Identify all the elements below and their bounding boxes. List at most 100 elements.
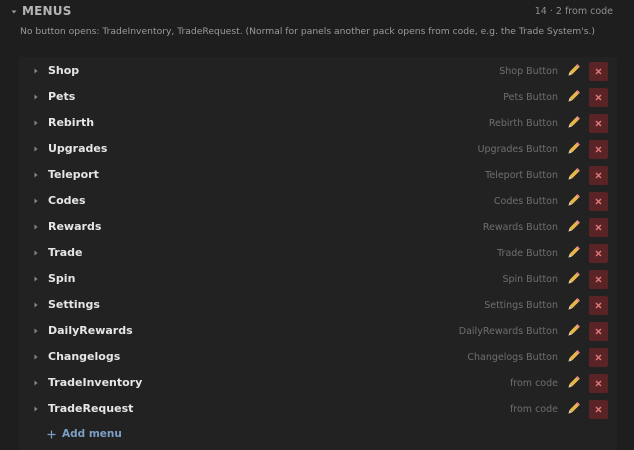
add-menu-label: Add menu — [62, 428, 122, 440]
chevron-right-icon[interactable] — [32, 171, 40, 179]
edit-button[interactable] — [565, 244, 581, 262]
section-header[interactable]: MENUS 14 · 2 from code — [0, 0, 634, 24]
close-icon — [595, 68, 602, 75]
menu-binding: Rewards Button — [482, 222, 558, 233]
menu-name: Trade — [48, 246, 83, 259]
delete-button[interactable] — [589, 270, 608, 289]
menu-binding: from code — [509, 378, 558, 389]
menu-row[interactable]: Upgrades Upgrades Button — [19, 136, 617, 162]
pencil-icon — [568, 376, 580, 388]
close-icon — [595, 94, 602, 101]
pencil-icon — [568, 142, 580, 154]
close-icon — [595, 250, 602, 257]
delete-button[interactable] — [589, 88, 608, 107]
menu-binding: Codes Button — [493, 196, 558, 207]
menu-row[interactable]: Rewards Rewards Button — [19, 214, 617, 240]
edit-button[interactable] — [565, 88, 581, 106]
menu-name: Pets — [48, 90, 76, 103]
close-icon — [595, 172, 602, 179]
menu-name: Settings — [48, 298, 100, 311]
plus-icon — [47, 430, 56, 439]
menu-name: Rebirth — [48, 116, 95, 129]
delete-button[interactable] — [589, 140, 608, 159]
delete-button[interactable] — [589, 374, 608, 393]
delete-button[interactable] — [589, 114, 608, 133]
chevron-right-icon[interactable] — [32, 275, 40, 283]
pencil-icon — [568, 246, 580, 258]
menu-row[interactable]: DailyRewards DailyRewards Button — [19, 318, 617, 344]
menu-row[interactable]: Rebirth Rebirth Button — [19, 110, 617, 136]
menu-binding: DailyRewards Button — [458, 326, 558, 337]
edit-button[interactable] — [565, 296, 581, 314]
menu-binding: Settings Button — [484, 300, 558, 311]
chevron-right-icon[interactable] — [32, 405, 40, 413]
edit-button[interactable] — [565, 62, 581, 80]
delete-button[interactable] — [589, 192, 608, 211]
delete-button[interactable] — [589, 62, 608, 81]
chevron-right-icon[interactable] — [32, 353, 40, 361]
menu-count: 14 · 2 from code — [534, 6, 613, 17]
menu-binding: Upgrades Button — [477, 144, 558, 155]
chevron-right-icon[interactable] — [32, 67, 40, 75]
delete-button[interactable] — [589, 400, 608, 419]
close-icon — [595, 146, 602, 153]
edit-button[interactable] — [565, 218, 581, 236]
delete-button[interactable] — [589, 322, 608, 341]
menu-list: Shop Shop Button Pets Pets Button Rebirth Reb… — [19, 57, 617, 450]
menu-row[interactable]: Changelogs Changelogs Button — [19, 344, 617, 370]
edit-button[interactable] — [565, 374, 581, 392]
delete-button[interactable] — [589, 244, 608, 263]
menu-binding: from code — [509, 404, 558, 415]
menu-row[interactable]: Trade Trade Button — [19, 240, 617, 266]
menu-row[interactable]: Codes Codes Button — [19, 188, 617, 214]
edit-button[interactable] — [565, 322, 581, 340]
chevron-right-icon[interactable] — [32, 145, 40, 153]
edit-button[interactable] — [565, 140, 581, 158]
menu-row[interactable]: Settings Settings Button — [19, 292, 617, 318]
edit-button[interactable] — [565, 270, 581, 288]
chevron-down-icon[interactable] — [9, 7, 19, 17]
chevron-right-icon[interactable] — [32, 327, 40, 335]
chevron-right-icon[interactable] — [32, 223, 40, 231]
edit-button[interactable] — [565, 348, 581, 366]
edit-button[interactable] — [565, 114, 581, 132]
close-icon — [595, 328, 602, 335]
chevron-right-icon[interactable] — [32, 93, 40, 101]
menu-binding: Pets Button — [503, 92, 558, 103]
menu-row[interactable]: TradeInventory from code — [19, 370, 617, 396]
delete-button[interactable] — [589, 348, 608, 367]
delete-button[interactable] — [589, 218, 608, 237]
close-icon — [595, 224, 602, 231]
menus-section: MENUS 14 · 2 from code No button opens: … — [0, 0, 634, 450]
menu-name: TradeInventory — [48, 376, 143, 389]
menu-name: Shop — [48, 64, 80, 77]
delete-button[interactable] — [589, 166, 608, 185]
chevron-right-icon[interactable] — [32, 197, 40, 205]
menu-binding: Spin Button — [502, 274, 558, 285]
edit-button[interactable] — [565, 166, 581, 184]
menu-binding: Changelogs Button — [467, 352, 558, 363]
menu-row[interactable]: TradeRequest from code — [19, 396, 617, 422]
chevron-right-icon[interactable] — [32, 379, 40, 387]
pencil-icon — [568, 324, 580, 336]
chevron-right-icon[interactable] — [32, 301, 40, 309]
menu-name: Rewards — [48, 220, 102, 233]
menu-row[interactable]: Shop Shop Button — [19, 58, 617, 84]
menu-name: TradeRequest — [48, 402, 134, 415]
pencil-icon — [568, 194, 580, 206]
edit-button[interactable] — [565, 192, 581, 210]
menu-name: DailyRewards — [48, 324, 133, 337]
menu-binding: Teleport Button — [485, 170, 558, 181]
menu-name: Codes — [48, 194, 86, 207]
pencil-icon — [568, 116, 580, 128]
menu-row[interactable]: Teleport Teleport Button — [19, 162, 617, 188]
chevron-right-icon[interactable] — [32, 249, 40, 257]
close-icon — [595, 198, 602, 205]
warning-notice: No button opens: TradeInventory, TradeRe… — [20, 26, 595, 37]
edit-button[interactable] — [565, 400, 581, 418]
delete-button[interactable] — [589, 296, 608, 315]
menu-row[interactable]: Spin Spin Button — [19, 266, 617, 292]
menu-row[interactable]: Pets Pets Button — [19, 84, 617, 110]
close-icon — [595, 120, 602, 127]
chevron-right-icon[interactable] — [32, 119, 40, 127]
